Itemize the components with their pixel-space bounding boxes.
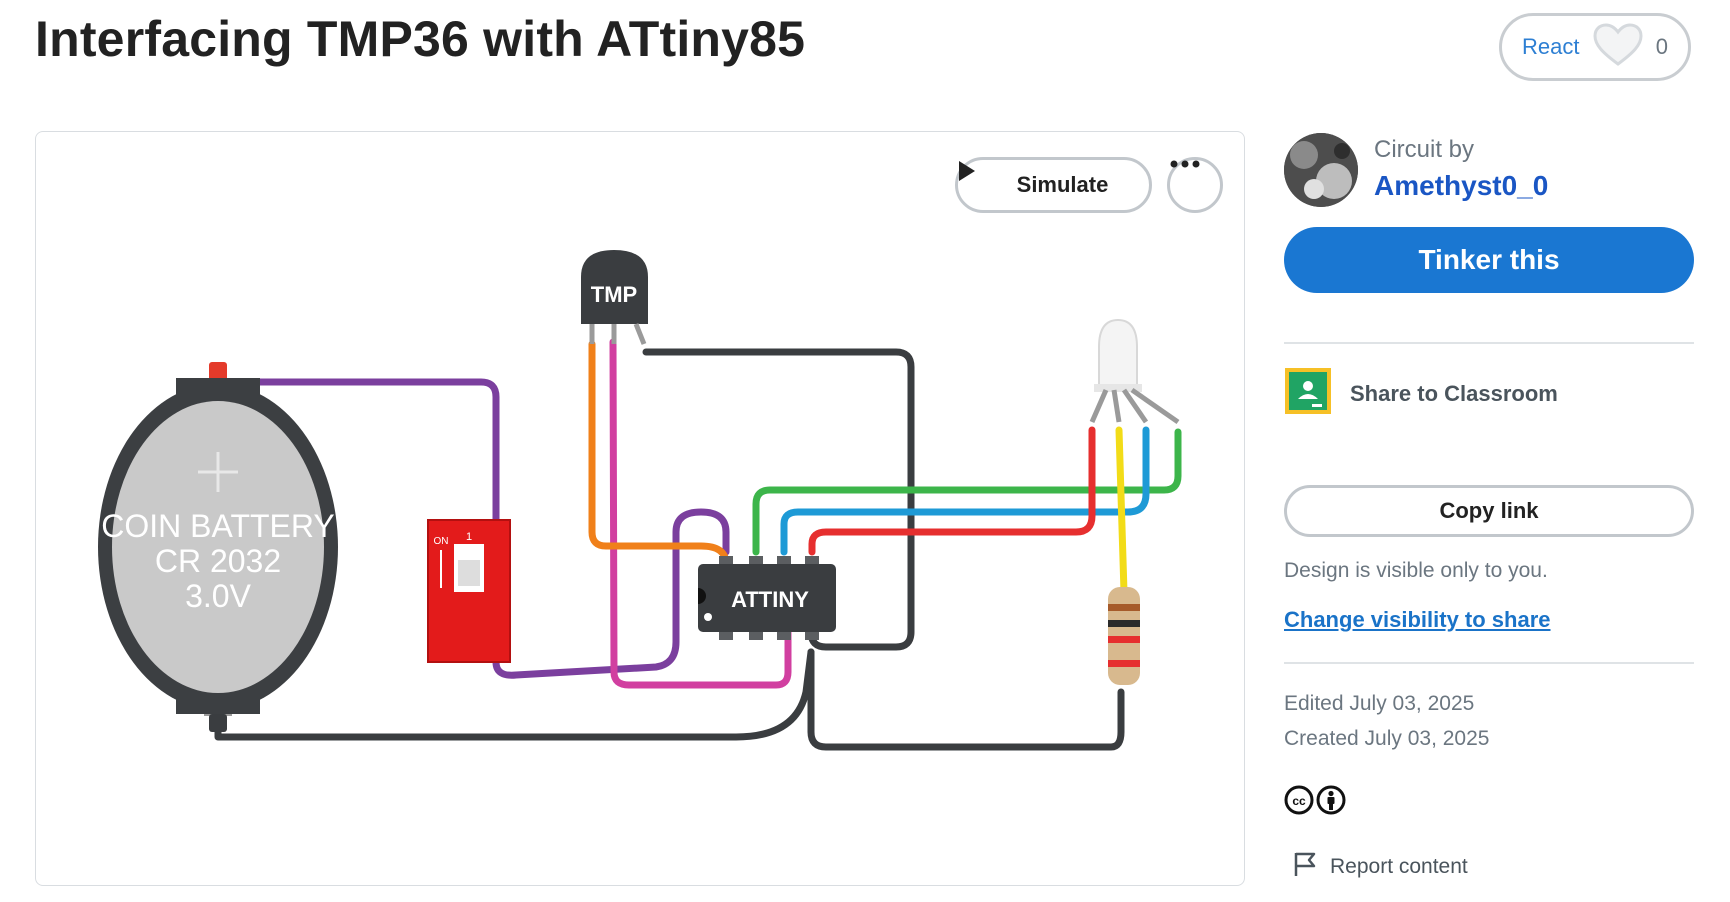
flag-icon <box>1292 850 1318 884</box>
report-content-label: Report content <box>1330 855 1468 878</box>
share-to-classroom-label: Share to Classroom <box>1350 380 1558 406</box>
change-visibility-link[interactable]: Change visibility to share <box>1284 607 1551 633</box>
more-options-button[interactable] <box>1167 157 1223 213</box>
svg-text:TMP: TMP <box>591 282 637 307</box>
resistor <box>1108 587 1140 685</box>
license-badges[interactable]: cc <box>1284 785 1346 820</box>
cc-icon: cc <box>1284 785 1314 820</box>
author-avatar[interactable] <box>1284 133 1358 207</box>
attribution-icon <box>1316 785 1346 820</box>
react-label: React <box>1522 34 1580 59</box>
wire-yellow <box>1115 426 1128 596</box>
attiny-chip: ATTINY <box>698 556 836 640</box>
svg-text:CR 2032: CR 2032 <box>155 543 281 579</box>
dip-switch: ON 1 <box>427 519 511 663</box>
share-to-classroom-button[interactable]: Share to Classroom <box>1284 367 1558 420</box>
svg-text:3.0V: 3.0V <box>185 578 251 614</box>
simulate-label: Simulate <box>1016 172 1109 197</box>
svg-text:ATTINY: ATTINY <box>731 587 809 612</box>
author-name-link[interactable]: Amethyst0_0 <box>1374 170 1548 202</box>
svg-text:ON: ON <box>434 536 449 547</box>
visibility-note: Design is visible only to you. <box>1284 559 1548 582</box>
wire-dark-bottom <box>214 648 815 741</box>
circuit-by-label: Circuit by <box>1374 136 1475 163</box>
wire-dark-led <box>807 648 1125 751</box>
react-count: 0 <box>1655 34 1668 59</box>
created-date: Created July 03, 2025 <box>1284 727 1490 750</box>
tmp36-sensor: TMP <box>581 250 648 345</box>
divider <box>1284 342 1694 344</box>
rgb-led <box>1089 318 1180 425</box>
svg-text:COIN BATTERY: COIN BATTERY <box>101 508 335 544</box>
page-title: Interfacing TMP36 with ATtiny85 <box>35 11 806 67</box>
google-classroom-icon <box>1284 367 1332 420</box>
tinker-this-button[interactable]: Tinker this <box>1284 227 1694 293</box>
edited-date: Edited July 03, 2025 <box>1284 692 1475 715</box>
circuit-canvas[interactable]: COIN BATTERY CR 2032 3.0V ON 1 TMP ATTIN… <box>35 131 1245 886</box>
svg-text:1: 1 <box>466 531 472 543</box>
copy-link-button[interactable]: Copy link <box>1284 485 1694 537</box>
simulate-button[interactable]: Simulate <box>955 157 1152 213</box>
divider <box>1284 662 1694 664</box>
report-content-link[interactable]: Report content <box>1292 850 1468 884</box>
react-button[interactable]: React 0 <box>1499 13 1691 81</box>
heart-icon <box>1593 22 1643 72</box>
circuit-diagram: COIN BATTERY CR 2032 3.0V ON 1 TMP ATTIN… <box>98 250 1182 751</box>
svg-text:cc: cc <box>1292 794 1306 808</box>
coin-battery: COIN BATTERY CR 2032 3.0V <box>98 362 338 732</box>
